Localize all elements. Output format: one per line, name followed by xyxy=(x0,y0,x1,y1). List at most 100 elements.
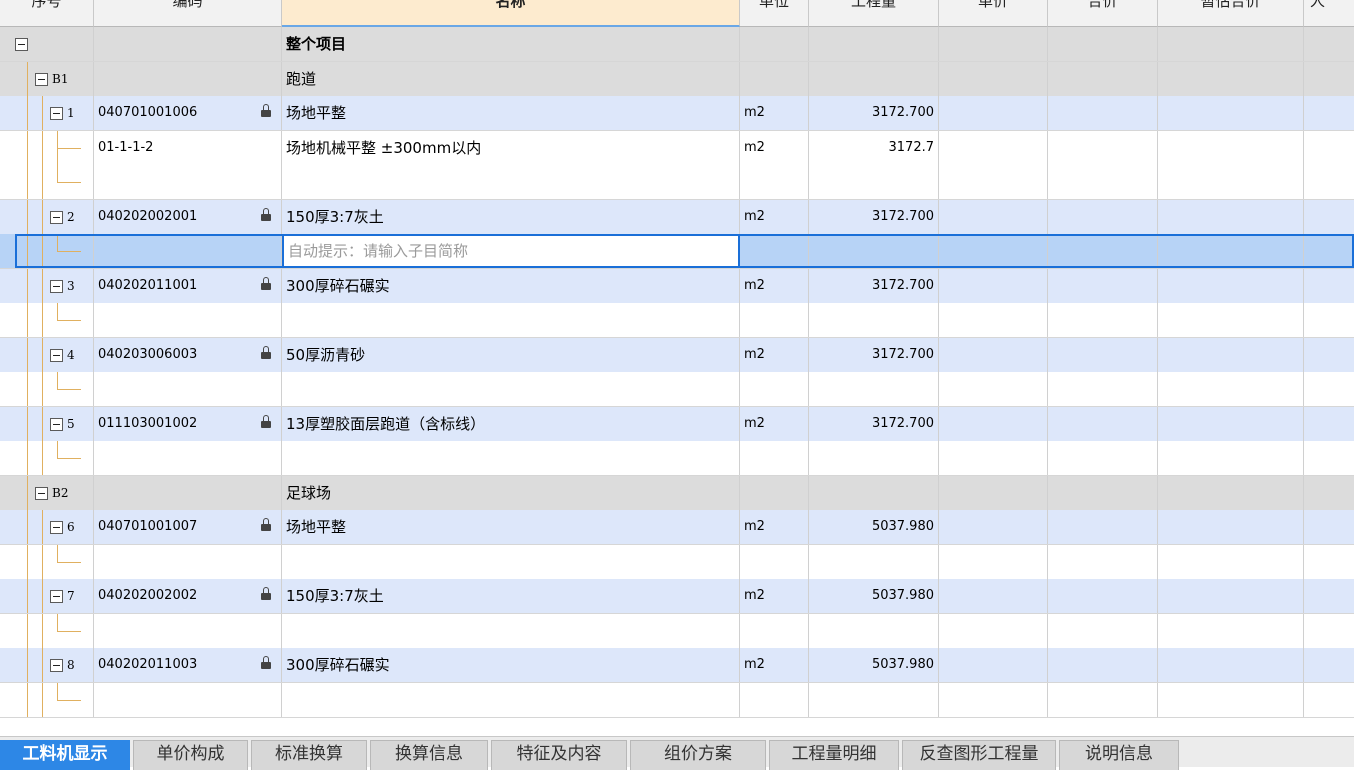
code-cell[interactable] xyxy=(94,441,282,475)
quantity-cell[interactable]: 5037.980 xyxy=(809,510,939,544)
unit-cell[interactable]: m2 xyxy=(740,200,809,234)
unit-price-cell[interactable] xyxy=(939,648,1048,682)
code-cell[interactable] xyxy=(94,62,282,96)
total-price-cell[interactable] xyxy=(1048,476,1158,510)
collapse-toggle-icon[interactable] xyxy=(50,659,63,672)
code-cell[interactable] xyxy=(94,614,282,648)
quantity-cell[interactable] xyxy=(809,234,939,268)
quantity-cell[interactable] xyxy=(809,545,939,579)
unit-price-cell[interactable] xyxy=(939,234,1048,268)
unit-cell[interactable] xyxy=(740,62,809,96)
collapse-toggle-icon[interactable] xyxy=(50,211,63,224)
unit-cell[interactable]: m2 xyxy=(740,579,809,613)
unit-cell[interactable]: m2 xyxy=(740,407,809,441)
quantity-cell[interactable] xyxy=(809,165,939,199)
unit-cell[interactable] xyxy=(740,476,809,510)
seq-cell[interactable] xyxy=(0,234,94,268)
seq-cell[interactable] xyxy=(0,131,94,165)
quantity-cell[interactable] xyxy=(809,62,939,96)
code-cell[interactable] xyxy=(94,234,282,268)
quantity-cell[interactable] xyxy=(809,441,939,475)
estimated-total-cell[interactable] xyxy=(1158,441,1304,475)
active-edit-row[interactable]: 自动提示：请输入子目简称 xyxy=(0,234,1354,269)
col-header-unit-price[interactable]: 单价 xyxy=(939,0,1048,27)
seq-cell[interactable] xyxy=(0,27,94,61)
name-cell[interactable]: 场地机械平整 ±300mm以内 xyxy=(282,131,740,165)
seq-cell[interactable]: B1 xyxy=(0,62,94,96)
last-cell[interactable] xyxy=(1304,303,1354,337)
seq-cell[interactable]: 6 xyxy=(0,510,94,544)
last-cell[interactable] xyxy=(1304,269,1354,303)
estimated-total-cell[interactable] xyxy=(1158,407,1304,441)
last-cell[interactable] xyxy=(1304,476,1354,510)
total-price-cell[interactable] xyxy=(1048,545,1158,579)
last-cell[interactable] xyxy=(1304,648,1354,682)
item-row[interactable]: 5 011103001002 13厚塑胶面层跑道（含标线） m2 3172.700 xyxy=(0,407,1354,442)
unit-price-cell[interactable] xyxy=(939,200,1048,234)
estimated-total-cell[interactable] xyxy=(1158,131,1304,165)
empty-row[interactable] xyxy=(0,303,1354,338)
unit-price-cell[interactable] xyxy=(939,303,1048,337)
item-row[interactable]: 7 040202002002 150厚3:7灰土 m2 5037.980 xyxy=(0,579,1354,614)
last-cell[interactable] xyxy=(1304,441,1354,475)
seq-cell[interactable]: 7 xyxy=(0,579,94,613)
unit-price-cell[interactable] xyxy=(939,683,1048,717)
collapse-toggle-icon[interactable] xyxy=(50,107,63,120)
seq-cell[interactable] xyxy=(0,441,94,475)
quantity-cell[interactable]: 5037.980 xyxy=(809,579,939,613)
seq-cell[interactable]: 2 xyxy=(0,200,94,234)
name-cell[interactable]: 300厚碎石碾实 xyxy=(282,648,740,682)
col-header-seq[interactable]: 序号 xyxy=(0,0,94,27)
unit-cell[interactable] xyxy=(740,372,809,406)
last-cell[interactable] xyxy=(1304,407,1354,441)
last-cell[interactable] xyxy=(1304,510,1354,544)
unit-cell[interactable] xyxy=(740,165,809,199)
total-price-cell[interactable] xyxy=(1048,200,1158,234)
total-price-cell[interactable] xyxy=(1048,27,1158,61)
unit-cell[interactable]: m2 xyxy=(740,96,809,130)
unit-price-cell[interactable] xyxy=(939,62,1048,96)
quantity-cell[interactable] xyxy=(809,614,939,648)
estimated-total-cell[interactable] xyxy=(1158,579,1304,613)
col-header-name[interactable]: 名称 xyxy=(282,0,740,27)
name-cell[interactable] xyxy=(282,614,740,648)
code-cell[interactable] xyxy=(94,303,282,337)
name-cell[interactable]: 13厚塑胶面层跑道（含标线） xyxy=(282,407,740,441)
estimated-total-cell[interactable] xyxy=(1158,510,1304,544)
unit-price-cell[interactable] xyxy=(939,441,1048,475)
quantity-cell[interactable] xyxy=(809,372,939,406)
col-header-total-price[interactable]: 合价 xyxy=(1048,0,1158,27)
name-cell[interactable]: 50厚沥青砂 xyxy=(282,338,740,372)
last-cell[interactable] xyxy=(1304,131,1354,165)
code-cell[interactable] xyxy=(94,476,282,510)
last-cell[interactable] xyxy=(1304,234,1354,268)
unit-cell[interactable]: m2 xyxy=(740,510,809,544)
name-cell[interactable] xyxy=(282,441,740,475)
unit-price-cell[interactable] xyxy=(939,338,1048,372)
quantity-cell[interactable]: 3172.700 xyxy=(809,200,939,234)
unit-price-cell[interactable] xyxy=(939,614,1048,648)
quantity-cell[interactable]: 3172.700 xyxy=(809,338,939,372)
name-cell[interactable]: 整个项目 xyxy=(282,27,740,61)
estimated-total-cell[interactable] xyxy=(1158,338,1304,372)
code-cell[interactable] xyxy=(94,27,282,61)
unit-price-cell[interactable] xyxy=(939,165,1048,199)
code-cell[interactable]: 011103001002 xyxy=(94,407,282,441)
code-cell[interactable]: 040203006003 xyxy=(94,338,282,372)
item-row[interactable]: 6 040701001007 场地平整 m2 5037.980 xyxy=(0,510,1354,545)
seq-cell[interactable] xyxy=(0,372,94,406)
estimated-total-cell[interactable] xyxy=(1158,614,1304,648)
section-row[interactable]: B2 足球场 xyxy=(0,476,1354,511)
unit-price-cell[interactable] xyxy=(939,407,1048,441)
code-cell[interactable]: 040701001007 xyxy=(94,510,282,544)
estimated-total-cell[interactable] xyxy=(1158,683,1304,717)
code-cell[interactable] xyxy=(94,683,282,717)
unit-price-cell[interactable] xyxy=(939,96,1048,130)
unit-cell[interactable]: m2 xyxy=(740,269,809,303)
item-row[interactable]: 1 040701001006 场地平整 m2 3172.700 xyxy=(0,96,1354,131)
name-cell[interactable]: 场地平整 xyxy=(282,96,740,130)
code-cell[interactable]: 040202011001 xyxy=(94,269,282,303)
seq-cell[interactable] xyxy=(0,614,94,648)
quantity-cell[interactable] xyxy=(809,303,939,337)
estimated-total-cell[interactable] xyxy=(1158,303,1304,337)
